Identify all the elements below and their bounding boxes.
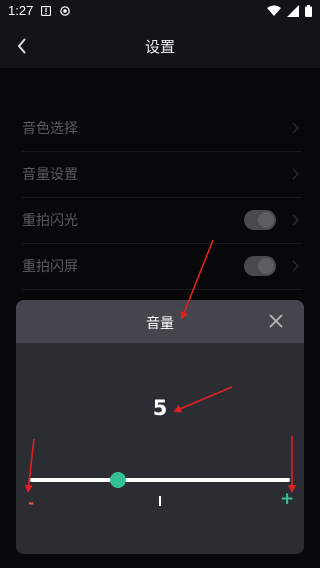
- dialog-header: 音量: [16, 300, 304, 343]
- slider-plus-label: +: [280, 489, 295, 509]
- volume-dialog: 音量 5 - +: [16, 300, 304, 554]
- volume-slider-thumb[interactable]: [110, 472, 127, 488]
- dialog-title: 音量: [146, 316, 174, 332]
- volume-slider-track[interactable]: [30, 478, 290, 482]
- volume-value: 5: [152, 396, 168, 420]
- slider-minus-label: -: [28, 494, 35, 512]
- slider-mid-tick: [159, 496, 161, 506]
- close-icon[interactable]: [268, 313, 284, 329]
